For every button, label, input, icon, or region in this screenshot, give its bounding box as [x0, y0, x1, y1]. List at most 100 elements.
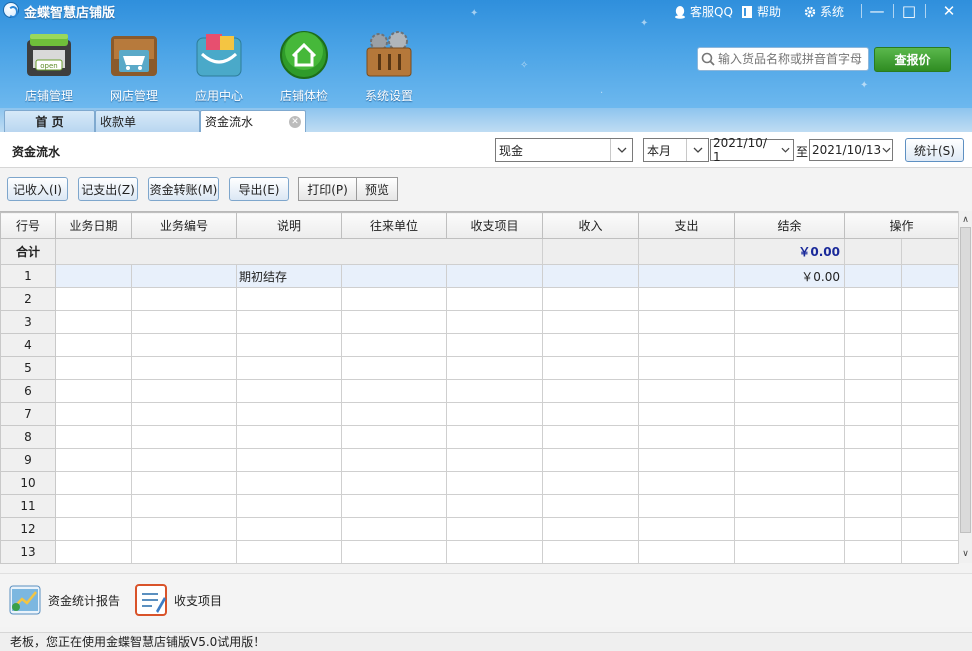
cell-income[interactable]: [542, 448, 639, 472]
tab-home[interactable]: 首 页: [4, 110, 95, 132]
chevron-down-icon[interactable]: [777, 147, 793, 153]
table-row[interactable]: 13: [0, 540, 960, 564]
cell-income[interactable]: [542, 425, 639, 449]
cell-item[interactable]: [446, 333, 543, 357]
cell-item[interactable]: [446, 494, 543, 518]
preview-button[interactable]: 预览: [356, 177, 398, 201]
chevron-down-icon[interactable]: [686, 139, 708, 161]
income-expense-items-shortcut[interactable]: 收支项目: [134, 582, 222, 618]
minimize-button[interactable]: —: [862, 0, 892, 22]
table-row[interactable]: 4: [0, 333, 960, 357]
cell-desc[interactable]: [236, 517, 342, 541]
scrollbar-thumb[interactable]: [960, 227, 971, 533]
tab-receipt[interactable]: 收款单: [95, 110, 200, 132]
cell-action[interactable]: [844, 379, 902, 403]
cell-action[interactable]: [844, 425, 902, 449]
cell-code[interactable]: [131, 402, 237, 426]
cell-income[interactable]: [542, 402, 639, 426]
table-row[interactable]: 1 期初结存 ￥0.00: [0, 264, 960, 288]
table-row[interactable]: 3: [0, 310, 960, 334]
product-search-field[interactable]: [697, 47, 869, 71]
cell-desc[interactable]: [236, 471, 342, 495]
cell-balance[interactable]: [734, 448, 845, 472]
cell-balance[interactable]: [734, 425, 845, 449]
cell-action[interactable]: [900, 333, 960, 357]
tab-close-icon[interactable]: ✕: [289, 115, 301, 128]
cell-expense[interactable]: [638, 471, 735, 495]
cell-income[interactable]: [542, 494, 639, 518]
cell-item[interactable]: [446, 264, 543, 288]
cell-action[interactable]: [844, 540, 902, 564]
period-select[interactable]: 本月: [643, 138, 709, 162]
cell-balance[interactable]: [734, 333, 845, 357]
cell-balance[interactable]: [734, 517, 845, 541]
cell-balance[interactable]: [734, 310, 845, 334]
cell-action[interactable]: [900, 287, 960, 311]
cell-expense[interactable]: [638, 264, 735, 288]
cell-item[interactable]: [446, 287, 543, 311]
cell-expense[interactable]: [638, 540, 735, 564]
column-header[interactable]: 往来单位: [341, 212, 447, 239]
column-header[interactable]: 业务日期: [55, 212, 132, 239]
cell-action[interactable]: [900, 425, 960, 449]
cell-income[interactable]: [542, 264, 639, 288]
export-button[interactable]: 导出(E): [229, 177, 289, 201]
cell-partner[interactable]: [341, 517, 447, 541]
cell-expense[interactable]: [638, 517, 735, 541]
maximize-button[interactable]: □: [894, 0, 924, 22]
vertical-scrollbar[interactable]: ∧ ∨: [958, 211, 972, 563]
cell-partner[interactable]: [341, 425, 447, 449]
cell-partner[interactable]: [341, 287, 447, 311]
cell-expense[interactable]: [638, 402, 735, 426]
cell-action[interactable]: [844, 517, 902, 541]
date-to-picker[interactable]: 2021/10/13: [809, 139, 893, 161]
cell-desc[interactable]: [236, 310, 342, 334]
tab-fund-flow[interactable]: 资金流水 ✕: [200, 110, 306, 132]
column-header[interactable]: 收支项目: [446, 212, 543, 239]
cell-expense[interactable]: [638, 310, 735, 334]
cell-desc[interactable]: [236, 425, 342, 449]
record-income-button[interactable]: 记收入(I): [7, 177, 68, 201]
record-expense-button[interactable]: 记支出(Z): [78, 177, 138, 201]
cell-code[interactable]: [131, 379, 237, 403]
cell-date[interactable]: [55, 379, 132, 403]
cell-balance[interactable]: [734, 540, 845, 564]
cell-code[interactable]: [131, 540, 237, 564]
column-header[interactable]: 行号: [0, 212, 56, 239]
nav-app-center[interactable]: 应用中心: [183, 30, 255, 103]
cell-date[interactable]: [55, 471, 132, 495]
cell-date[interactable]: [55, 448, 132, 472]
cell-item[interactable]: [446, 310, 543, 334]
cell-income[interactable]: [542, 333, 639, 357]
cell-date[interactable]: [55, 264, 132, 288]
cell-expense[interactable]: [638, 425, 735, 449]
cell-action[interactable]: [844, 448, 902, 472]
search-input[interactable]: [718, 52, 866, 66]
cell-action[interactable]: [844, 494, 902, 518]
cell-desc[interactable]: [236, 494, 342, 518]
customer-service-qq-link[interactable]: 客服QQ: [673, 3, 733, 20]
scroll-up-arrow-icon[interactable]: ∧: [959, 213, 972, 227]
cell-income[interactable]: [542, 540, 639, 564]
cell-item[interactable]: [446, 379, 543, 403]
check-price-button[interactable]: 查报价: [874, 47, 951, 72]
help-link[interactable]: 帮助: [740, 3, 781, 20]
cell-code[interactable]: [131, 310, 237, 334]
cell-code[interactable]: [131, 264, 237, 288]
cell-code[interactable]: [131, 517, 237, 541]
cell-expense[interactable]: [638, 287, 735, 311]
cell-action[interactable]: [900, 517, 960, 541]
cell-income[interactable]: [542, 356, 639, 380]
cell-expense[interactable]: [638, 379, 735, 403]
cell-action[interactable]: [900, 471, 960, 495]
cell-balance[interactable]: [734, 471, 845, 495]
table-row[interactable]: 12: [0, 517, 960, 541]
cell-partner[interactable]: [341, 494, 447, 518]
cell-expense[interactable]: [638, 448, 735, 472]
cell-action[interactable]: [900, 379, 960, 403]
date-from-picker[interactable]: 2021/10/ 1: [710, 136, 794, 164]
cell-action[interactable]: [844, 333, 902, 357]
cell-item[interactable]: [446, 356, 543, 380]
cell-desc[interactable]: [236, 333, 342, 357]
cell-code[interactable]: [131, 471, 237, 495]
